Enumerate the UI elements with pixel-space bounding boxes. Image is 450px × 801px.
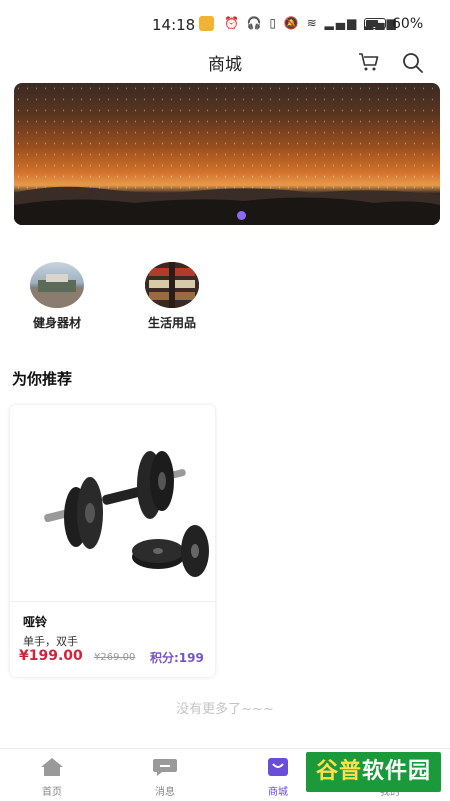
message-icon (153, 759, 177, 776)
product-price: ¥199.00 (19, 648, 83, 664)
category-daily-image (145, 262, 199, 308)
status-bar: 14:18 ⏰ 🎧 ▯ 🔕 ≋ ▂▄▆ ▂▄▆ 60% (0, 0, 450, 44)
category-fitness-image (30, 262, 84, 308)
tab-label: 商城 (268, 787, 288, 798)
carousel-indicator[interactable] (237, 211, 246, 220)
product-points: 积分:199 (150, 651, 204, 665)
app-header: 商城 (0, 44, 450, 80)
home-icon (41, 758, 63, 776)
search-icon[interactable] (402, 52, 424, 74)
tab-label: 首页 (42, 787, 62, 798)
watermark-logo: 谷普软件园 (306, 752, 441, 792)
status-time: 14:18 (152, 16, 196, 34)
banner-carousel[interactable] (14, 83, 440, 225)
cart-icon[interactable] (358, 52, 380, 72)
banner-mountains (14, 186, 440, 225)
category-fitness[interactable]: 健身器材 (17, 262, 97, 331)
product-original-price: ¥269.00 (94, 652, 136, 663)
product-name: 哑铃 (23, 615, 48, 629)
shop-bag-icon (268, 758, 288, 776)
page-title: 商城 (208, 55, 242, 75)
category-label: 健身器材 (32, 316, 81, 330)
tab-home[interactable]: 首页 (22, 757, 82, 798)
product-desc: 单手，双手 (23, 635, 78, 648)
product-card[interactable]: 哑铃 单手，双手 ¥199.00 ¥269.00 积分:199 (10, 405, 215, 677)
battery-icon (364, 18, 386, 29)
tab-label: 消息 (155, 787, 175, 798)
section-title: 为你推荐 (12, 370, 73, 388)
category-daily[interactable]: 生活用品 (132, 262, 212, 331)
product-image (10, 405, 215, 602)
battery-percent: 60% (392, 16, 424, 32)
list-end-text: 没有更多了~~~ (176, 702, 274, 717)
tab-shop[interactable]: 商城 (248, 757, 308, 798)
tab-messages[interactable]: 消息 (135, 757, 195, 798)
notification-app-icon (199, 16, 214, 31)
category-label: 生活用品 (147, 316, 196, 330)
